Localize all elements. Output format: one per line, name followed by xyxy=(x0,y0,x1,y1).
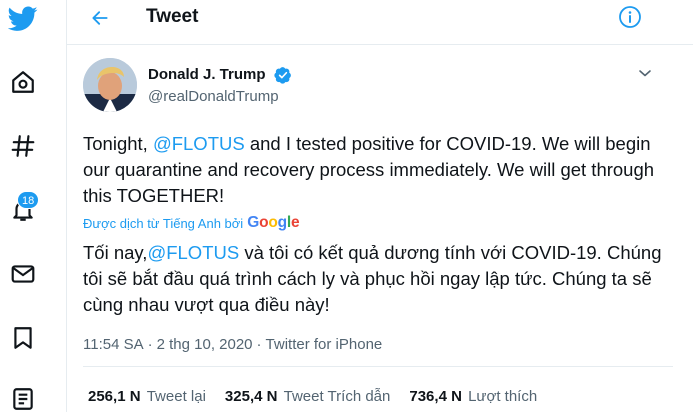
verified-badge-icon xyxy=(274,66,292,84)
retweets-label: Tweet lại xyxy=(146,388,206,405)
translation-label: Được dịch từ Tiếng Anh bởi xyxy=(83,215,244,231)
page-title: Tweet xyxy=(146,6,199,27)
twitter-bird-icon[interactable] xyxy=(4,0,42,38)
mention-link[interactable]: @FLOTUS xyxy=(153,133,245,154)
info-button[interactable] xyxy=(616,3,644,31)
arrow-left-icon xyxy=(92,11,108,25)
tweet-source[interactable]: Twitter for iPhone xyxy=(266,336,383,353)
retweets-count: 256,1 N xyxy=(88,388,141,405)
bookmarks-icon[interactable] xyxy=(4,319,42,357)
column-divider xyxy=(66,0,67,412)
chevron-down-icon xyxy=(639,70,651,77)
tweet-text-part: Tonight, xyxy=(83,133,153,154)
header-divider xyxy=(67,44,693,45)
info-icon xyxy=(619,6,641,28)
google-logo: Google xyxy=(247,214,300,231)
quotes-count: 325,4 N xyxy=(224,388,278,405)
likes-label: Lượt thích xyxy=(468,388,538,405)
lists-icon[interactable] xyxy=(4,380,42,412)
translation-attribution[interactable]: Được dịch từ Tiếng Anh bởi Google xyxy=(83,214,300,232)
tweet-time[interactable]: 11:54 SA xyxy=(83,336,144,353)
tweet-stats: 256,1 N Tweet lại 325,4 N Tweet Trích dẫ… xyxy=(88,388,556,405)
retweets-stat[interactable]: 256,1 N Tweet lại xyxy=(88,388,206,405)
quotes-label: Tweet Trích dẫn xyxy=(283,388,391,405)
home-icon[interactable] xyxy=(4,63,42,101)
notification-badge: 18 xyxy=(17,191,40,209)
meta-separator: · xyxy=(147,336,153,353)
translated-tweet-text: Tối nay,@FLOTUS và tôi có kết quả dương … xyxy=(83,240,673,318)
translated-text-part: Tối nay, xyxy=(83,242,148,263)
avatar-portrait-icon xyxy=(83,58,137,112)
messages-envelope-icon[interactable] xyxy=(4,255,42,293)
header: Tweet xyxy=(67,0,693,38)
hashtag-explore-icon[interactable] xyxy=(4,127,42,165)
avatar[interactable] xyxy=(83,58,137,112)
meta-separator: · xyxy=(256,336,262,353)
tweet-meta: 11:54 SA · 2 thg 10, 2020 · Twitter for iPho… xyxy=(83,336,382,353)
quotes-stat[interactable]: 325,4 N Tweet Trích dẫn xyxy=(225,388,390,405)
likes-stat[interactable]: 736,4 N Lượt thích xyxy=(409,388,537,405)
tweet-date[interactable]: 2 thg 10, 2020 xyxy=(157,336,253,353)
tweet-text: Tonight, @FLOTUS and I tested positive f… xyxy=(83,131,673,209)
meta-divider xyxy=(83,366,673,367)
sidebar: 18 xyxy=(0,0,46,412)
back-button[interactable] xyxy=(85,3,115,33)
likes-count: 736,4 N xyxy=(409,388,462,405)
author-handle[interactable]: @realDonaldTrump xyxy=(148,88,279,105)
more-options-button[interactable] xyxy=(634,64,656,82)
author-name[interactable]: Donald J. Trump xyxy=(148,66,266,83)
translated-mention-link[interactable]: @FLOTUS xyxy=(147,242,239,263)
